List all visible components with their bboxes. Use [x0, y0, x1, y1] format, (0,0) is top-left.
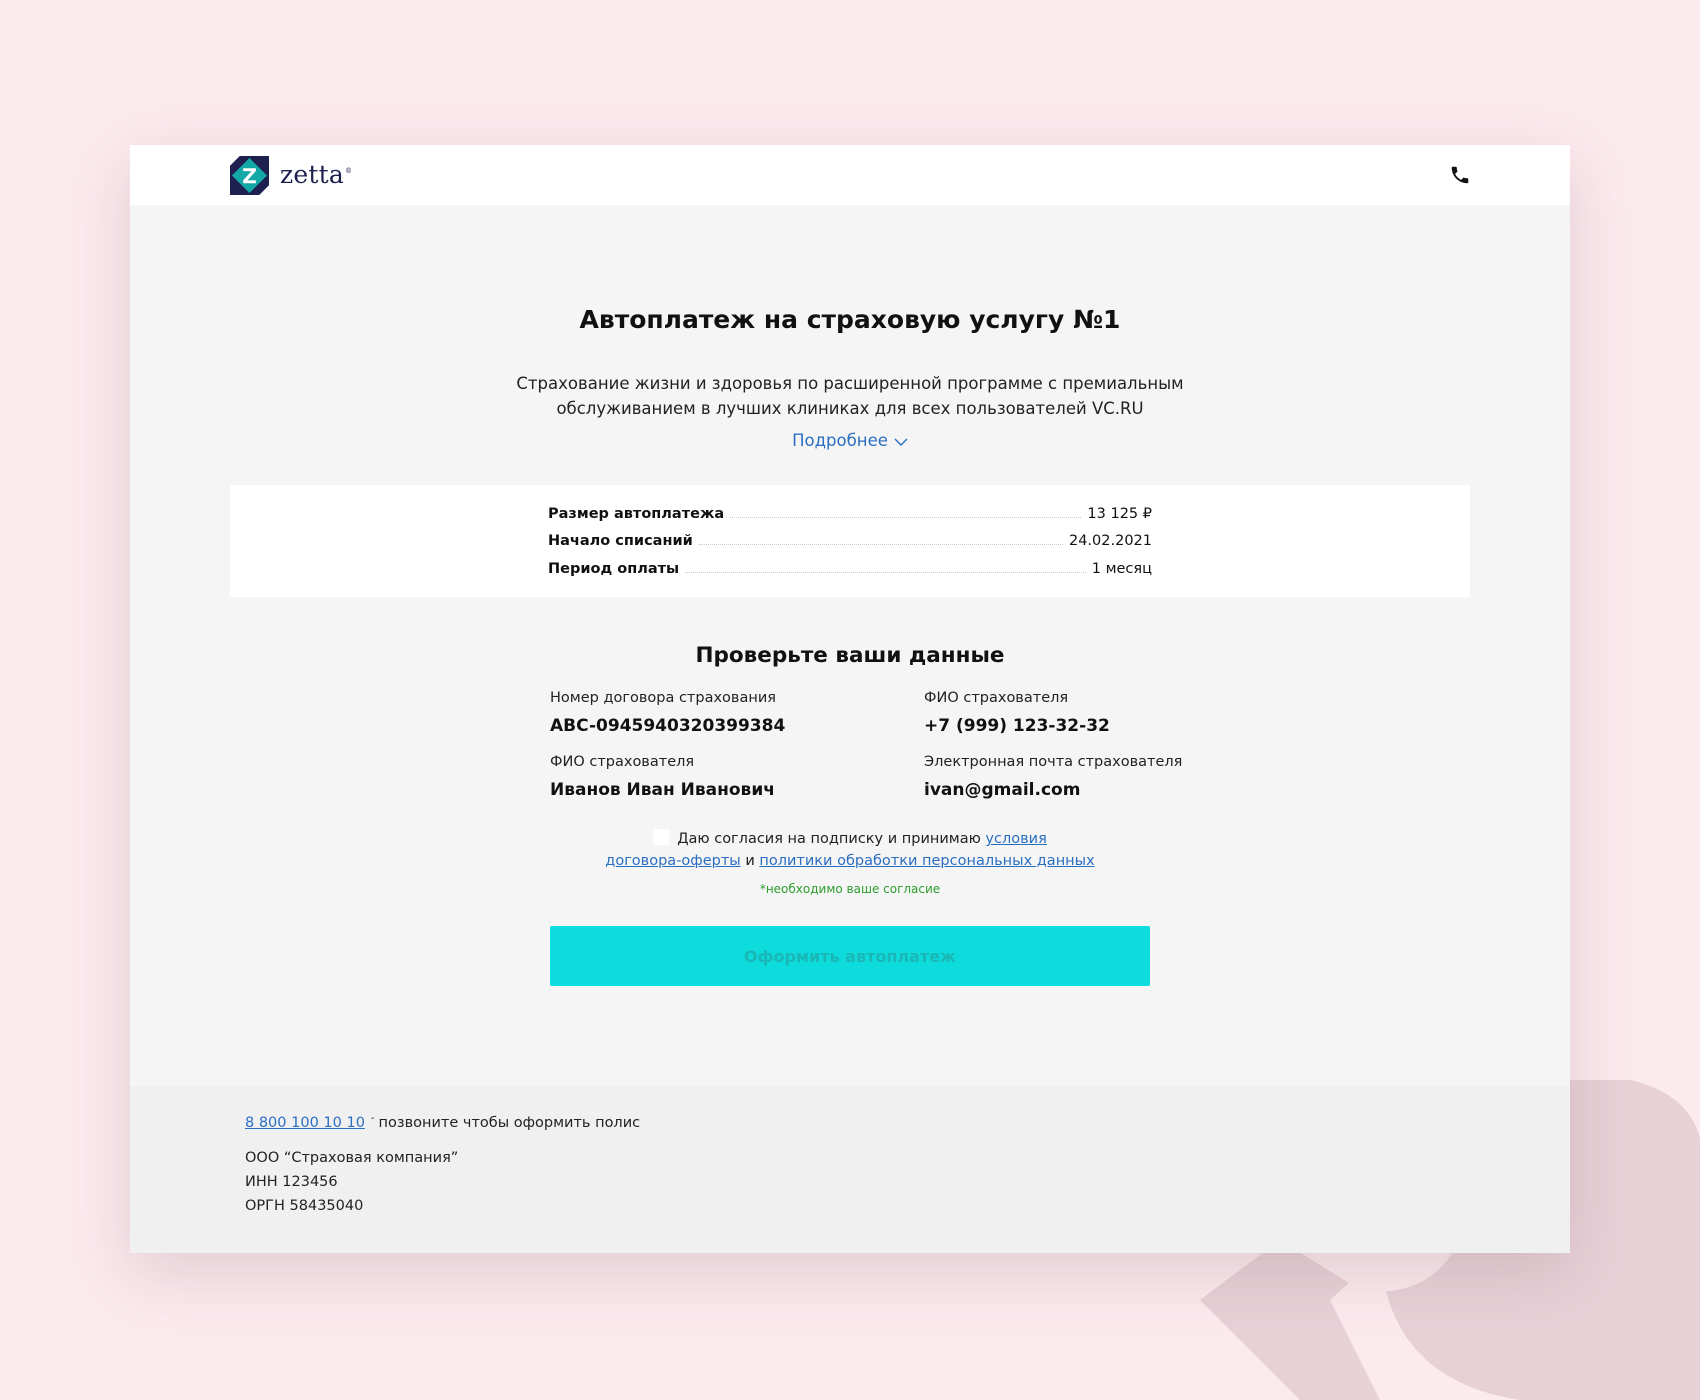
brand-name: zetta® — [280, 159, 353, 189]
phone-icon — [1451, 166, 1469, 184]
submit-autopay-button[interactable]: Оформить автоплатеж — [550, 926, 1150, 986]
zetta-logo-icon — [230, 155, 269, 195]
phone-button[interactable] — [1448, 163, 1472, 187]
policyholder-name-field: ФИО страхователя Иванов Иван Иванович — [550, 754, 930, 800]
footer-phone-line: 8 800 100 10 10- позвоните чтобы оформить… — [245, 1113, 640, 1131]
consent-conjunction: и — [745, 853, 755, 869]
dotted-leader — [685, 572, 1086, 573]
summary-value: 13 125 ₽ — [1087, 506, 1152, 522]
more-link[interactable]: Подробнее — [130, 431, 1570, 450]
check-data-title: Проверьте ваши данные — [695, 643, 1005, 668]
field-label: Электронная почта страхователя — [924, 754, 1183, 770]
registered-mark: ® — [344, 167, 353, 176]
footer: 8 800 100 10 10- позвоните чтобы оформить… — [130, 1086, 1570, 1253]
more-link-label: Подробнее — [792, 431, 888, 450]
autopay-summary: Размер автоплатежа 13 125 ₽ Начало списа… — [230, 485, 1470, 597]
field-value: ABC-0945940320399384 — [550, 716, 786, 736]
dotted-leader — [698, 544, 1063, 545]
offer-terms-link[interactable]: условия — [985, 831, 1046, 847]
summary-row-start: Начало списаний 24.02.2021 — [548, 527, 1152, 549]
summary-row-period: Период оплаты 1 месяц — [548, 555, 1152, 577]
summary-label: Начало списаний — [548, 533, 693, 549]
policyholder-phone-field: ФИО страхователя +7 (999) 123-32-32 — [924, 690, 1304, 736]
field-label: Номер договора страхования — [550, 690, 776, 706]
field-label: ФИО страхователя — [924, 690, 1069, 706]
summary-label: Размер автоплатежа — [548, 506, 725, 522]
consent-required-hint: *необходимо ваше согласие — [759, 882, 941, 896]
consent-text: Даю согласия на подписку и принимаю — [677, 831, 981, 847]
offer-contract-link[interactable]: договора-оферты — [605, 853, 740, 869]
footer-dash: - — [370, 1113, 375, 1124]
footer-phone-link[interactable]: 8 800 100 10 10 — [245, 1115, 365, 1131]
summary-value: 1 месяц — [1091, 561, 1152, 577]
page-title: Автоплатеж на страховую услугу №1 — [579, 305, 1121, 334]
footer-ogrn: ОРГН 58435040 — [245, 1198, 364, 1214]
field-value: +7 (999) 123-32-32 — [924, 716, 1110, 736]
consent-line-2: договора-оферты и политики обработки пер… — [130, 850, 1570, 872]
footer-inn: ИНН 123456 — [245, 1174, 338, 1190]
consent-line-1: Даю согласия на подписку и принимаю усло… — [130, 828, 1570, 850]
service-description: Страхование жизни и здоровья по расширен… — [516, 374, 1184, 418]
field-value: Иванов Иван Иванович — [550, 780, 775, 800]
summary-label: Период оплаты — [548, 561, 680, 577]
privacy-policy-link[interactable]: политики обработки персональных данных — [759, 853, 1094, 869]
policyholder-email-field: Электронная почта страхователя ivan@gmai… — [924, 754, 1304, 800]
summary-value: 24.02.2021 — [1068, 533, 1152, 549]
field-value: ivan@gmail.com — [924, 780, 1081, 800]
summary-row-amount: Размер автоплатежа 13 125 ₽ — [548, 500, 1152, 522]
contract-number-field: Номер договора страхования ABC-094594032… — [550, 690, 930, 736]
header: zetta® — [130, 145, 1570, 205]
footer-company: ООО “Страховая компания” — [245, 1150, 459, 1166]
app-window: zetta® Автоплатеж на страховую услугу №1… — [130, 145, 1570, 1253]
consent-block: Даю согласия на подписку и принимаю усло… — [130, 828, 1570, 872]
footer-phone-note: позвоните чтобы оформить полис — [378, 1114, 641, 1131]
chevron-down-icon — [894, 438, 908, 446]
dotted-leader — [730, 517, 1082, 518]
zetta-logo[interactable]: zetta® — [230, 155, 352, 195]
field-label: ФИО страхователя — [550, 754, 695, 770]
consent-checkbox[interactable] — [653, 829, 670, 845]
